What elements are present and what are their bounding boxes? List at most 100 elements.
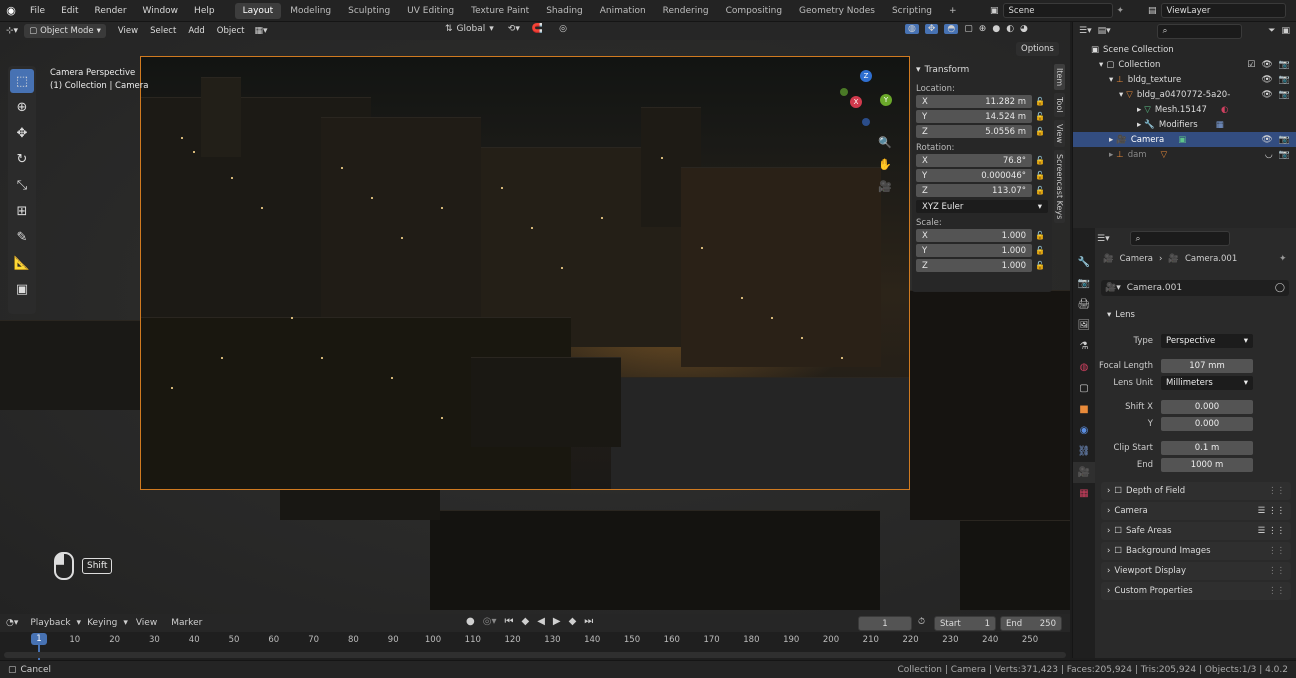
solid-shading-icon[interactable]: ● <box>992 24 1000 34</box>
tab-rendering[interactable]: Rendering <box>655 3 717 19</box>
tab-screencast-keys[interactable]: Screencast Keys <box>1054 149 1065 224</box>
blender-logo-icon[interactable]: ◉ <box>0 4 22 17</box>
tab-item[interactable]: Item <box>1054 64 1065 91</box>
menu-edit[interactable]: Edit <box>53 6 86 16</box>
scene-field[interactable]: Scene <box>1002 3 1113 18</box>
clip-start-field[interactable]: 0.1 m <box>1161 440 1253 455</box>
rendered-shading-icon[interactable]: ◕ <box>1020 24 1028 34</box>
display-mode-icon[interactable]: ▤▾ <box>1098 26 1111 36</box>
location-x-field[interactable]: X 11.282 m <box>916 95 1032 108</box>
next-keyframe-icon[interactable]: ◆ <box>569 616 577 627</box>
tab-geometry-nodes[interactable]: Geometry Nodes <box>791 3 883 19</box>
fake-user-icon[interactable]: ◯ <box>1275 283 1289 293</box>
list-item-selected[interactable]: ▸ 🎥 Camera ▣ 👁 📷 <box>1073 132 1296 147</box>
depth-of-field-panel[interactable]: › ☐ Depth of Field ⋮⋮ <box>1101 482 1291 500</box>
viewlayer-field[interactable]: ViewLayer <box>1160 3 1286 18</box>
lock-icon[interactable]: 🔓 <box>1032 112 1048 121</box>
measure-icon[interactable]: 📐 <box>10 251 34 275</box>
play-reverse-icon[interactable]: ◀ <box>537 616 545 627</box>
shift-x-field[interactable]: 0.000 <box>1161 399 1253 414</box>
select-box-icon[interactable]: ⬚ <box>10 69 34 93</box>
tab-view[interactable]: View <box>1054 119 1065 147</box>
list-item[interactable]: ▸ ▽ Mesh.15147 ◐ <box>1073 102 1296 117</box>
lock-icon[interactable]: 🔓 <box>1032 261 1048 270</box>
transform-icon[interactable]: ⊞ <box>10 199 34 223</box>
location-z-field[interactable]: Z 5.0556 m <box>916 125 1032 138</box>
viewport-display-panel[interactable]: › Viewport Display ⋮⋮ <box>1101 562 1291 580</box>
scale-icon[interactable]: ⤡ <box>10 173 34 197</box>
tab-scripting[interactable]: Scripting <box>884 3 940 19</box>
menu-window[interactable]: Window <box>135 6 187 16</box>
list-item[interactable]: ▾ ⊥ bldg_texture 👁 📷 <box>1073 72 1296 87</box>
tool-tab-icon[interactable]: 🔧 <box>1073 252 1095 273</box>
menu-timeline-view[interactable]: View <box>128 618 165 628</box>
tab-modeling[interactable]: Modeling <box>282 3 339 19</box>
menu-add[interactable]: Add <box>182 26 210 36</box>
outliner-editor-icon[interactable]: ☰▾ <box>1079 26 1092 36</box>
datablock-selector[interactable]: 🎥▾ Camera.001 ◯ <box>1101 280 1289 296</box>
lock-icon[interactable]: 🔓 <box>1032 97 1048 106</box>
xray-icon[interactable]: ▢ <box>964 24 973 34</box>
camera-view-icon[interactable]: 🎥 <box>878 176 892 198</box>
proportional-edit-icon[interactable]: ◎ <box>559 24 567 34</box>
gizmo-toggle-icon[interactable]: ▦▾ <box>254 26 267 36</box>
menu-playback[interactable]: Playback <box>24 618 76 628</box>
properties-editor-icon[interactable]: ☰▾ <box>1097 234 1110 244</box>
lock-icon[interactable]: 🔓 <box>1032 156 1048 165</box>
start-frame-field[interactable]: Start 1 <box>934 616 996 631</box>
list-item[interactable]: ▣ Scene Collection <box>1073 42 1296 57</box>
scale-z-field[interactable]: Z 1.000 <box>916 259 1032 272</box>
jump-end-icon[interactable]: ⏭ <box>584 616 593 627</box>
properties-search[interactable]: ⌕ <box>1129 231 1230 246</box>
new-collection-icon[interactable]: ▣ <box>1281 26 1290 36</box>
add-cube-icon[interactable]: ▣ <box>10 277 34 301</box>
tab-compositing[interactable]: Compositing <box>718 3 790 19</box>
tab-layout[interactable]: Layout <box>234 2 282 19</box>
current-frame-field[interactable]: 1 <box>858 616 912 631</box>
zoom-icon[interactable]: 🔍 <box>878 132 892 154</box>
shift-y-field[interactable]: 0.000 <box>1161 416 1253 431</box>
safe-areas-panel[interactable]: › ☐ Safe Areas ☰ ⋮⋮ <box>1101 522 1291 540</box>
mode-dropdown[interactable]: ▢ Object Mode ▾ <box>24 24 106 38</box>
move-icon[interactable]: ✥ <box>10 121 34 145</box>
pivot-icon[interactable]: ⟲▾ <box>508 24 520 34</box>
location-y-field[interactable]: Y 14.524 m <box>916 110 1032 123</box>
custom-properties-panel[interactable]: › Custom Properties ⋮⋮ <box>1101 582 1291 600</box>
timeline-scrollbar[interactable] <box>4 652 1066 658</box>
tab-animation[interactable]: Animation <box>592 3 654 19</box>
menu-marker[interactable]: Marker <box>165 618 208 628</box>
rotation-mode-dropdown[interactable]: XYZ Euler ▾ <box>916 200 1048 213</box>
navigation-gizmo[interactable]: Z Y X <box>838 70 898 130</box>
playhead[interactable]: 1 <box>31 633 47 645</box>
record-icon[interactable]: ● <box>466 616 475 627</box>
lens-unit-dropdown[interactable]: Millimeters ▾ <box>1161 375 1253 390</box>
render-tab-icon[interactable]: 📷 <box>1073 273 1095 294</box>
menu-render[interactable]: Render <box>87 6 135 16</box>
wireframe-shading-icon[interactable]: ⊕ <box>979 24 987 34</box>
menu-object[interactable]: Object <box>211 26 251 36</box>
transform-header[interactable]: ▾ Transform <box>912 60 1052 80</box>
menu-keying[interactable]: Keying <box>81 618 123 628</box>
list-item[interactable]: ▸ ⊥ dam ▽ ◡ 📷 <box>1073 147 1296 162</box>
pan-hand-icon[interactable]: ✋ <box>878 154 892 176</box>
lock-icon[interactable]: 🔓 <box>1032 171 1048 180</box>
visibility-icon[interactable]: ◍ <box>905 24 919 34</box>
type-dropdown[interactable]: Perspective ▾ <box>1161 333 1253 348</box>
3d-viewport[interactable]: Camera Perspective (1) Collection | Came… <box>0 40 1070 614</box>
options-button[interactable]: Options <box>1016 42 1059 56</box>
prev-keyframe-icon[interactable]: ◆ <box>521 616 529 627</box>
play-icon[interactable]: ▶ <box>553 616 561 627</box>
background-images-panel[interactable]: › ☐ Background Images ⋮⋮ <box>1101 542 1291 560</box>
tab-texture-paint[interactable]: Texture Paint <box>463 3 537 19</box>
tab-sculpting[interactable]: Sculpting <box>340 3 398 19</box>
jump-start-icon[interactable]: ⏮ <box>504 616 513 627</box>
list-item[interactable]: ▸ 🔧 Modifiers ▦ <box>1073 117 1296 132</box>
keyframe-type-icon[interactable]: ◎▾ <box>483 616 497 627</box>
menu-help[interactable]: Help <box>186 6 223 16</box>
snap-icon[interactable]: 🧲 <box>532 24 543 34</box>
overlay-icon[interactable]: ◓ <box>944 24 959 34</box>
end-frame-field[interactable]: End 250 <box>1000 616 1062 631</box>
filter-icon[interactable]: ⏷ <box>1268 26 1275 36</box>
editor-type-icon[interactable]: ⊹▾ <box>0 26 24 36</box>
tab-tool[interactable]: Tool <box>1054 93 1065 117</box>
